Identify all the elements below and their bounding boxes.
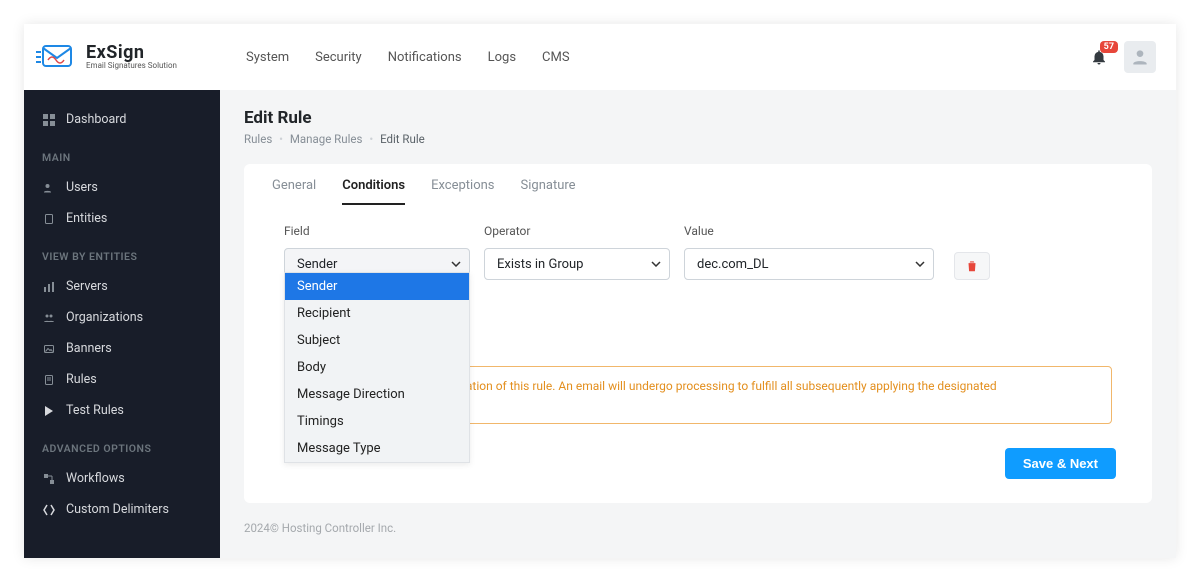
logo[interactable]: ExSign Email Signatures Solution bbox=[36, 42, 216, 72]
nav-notifications[interactable]: Notifications bbox=[388, 50, 462, 65]
sidebar: Dashboard MAIN Users Entities VIEW BY EN… bbox=[24, 90, 220, 558]
tab-general[interactable]: General bbox=[272, 178, 316, 205]
delimiters-icon bbox=[42, 503, 56, 517]
logo-brand: ExSign bbox=[86, 44, 177, 62]
sidebar-item-label: Organizations bbox=[66, 310, 143, 325]
notifications-badge: 57 bbox=[1100, 41, 1118, 53]
play-icon bbox=[42, 404, 56, 418]
user-icon bbox=[1130, 47, 1150, 67]
avatar[interactable] bbox=[1124, 41, 1156, 73]
chevron-down-icon bbox=[915, 261, 925, 267]
rules-icon bbox=[42, 373, 56, 387]
sidebar-heading-advanced: ADVANCED OPTIONS bbox=[24, 426, 220, 463]
breadcrumb-rules[interactable]: Rules bbox=[244, 132, 272, 146]
servers-icon bbox=[42, 280, 56, 294]
trash-icon bbox=[965, 259, 979, 273]
sidebar-item-organizations[interactable]: Organizations bbox=[24, 302, 220, 333]
sidebar-item-test-rules[interactable]: Test Rules bbox=[24, 395, 220, 426]
organizations-icon bbox=[42, 311, 56, 325]
logo-tagline: Email Signatures Solution bbox=[86, 62, 177, 70]
delete-row-button[interactable] bbox=[954, 252, 990, 280]
field-dropdown: Sender Recipient Subject Body Message Di… bbox=[284, 272, 470, 463]
value-label: Value bbox=[684, 224, 934, 238]
breadcrumb-current: Edit Rule bbox=[380, 132, 425, 146]
sidebar-item-servers[interactable]: Servers bbox=[24, 271, 220, 302]
field-option-message-direction[interactable]: Message Direction bbox=[285, 381, 469, 408]
topbar: ExSign Email Signatures Solution System … bbox=[24, 24, 1176, 90]
sidebar-item-label: Dashboard bbox=[66, 112, 126, 127]
field-option-timings[interactable]: Timings bbox=[285, 408, 469, 435]
tab-exceptions[interactable]: Exceptions bbox=[431, 178, 494, 205]
save-next-button[interactable]: Save & Next bbox=[1005, 448, 1116, 479]
field-option-body[interactable]: Body bbox=[285, 354, 469, 381]
sidebar-item-workflows[interactable]: Workflows bbox=[24, 463, 220, 494]
sidebar-item-label: Rules bbox=[66, 372, 97, 387]
sidebar-item-label: Servers bbox=[66, 279, 108, 294]
sidebar-item-dashboard[interactable]: Dashboard bbox=[24, 104, 220, 135]
chevron-down-icon bbox=[651, 261, 661, 267]
footer-text: 2024© Hosting Controller Inc. bbox=[220, 503, 1176, 553]
sidebar-item-banners[interactable]: Banners bbox=[24, 333, 220, 364]
field-option-subject[interactable]: Subject bbox=[285, 327, 469, 354]
sidebar-item-label: Custom Delimiters bbox=[66, 502, 169, 517]
top-nav: System Security Notifications Logs CMS bbox=[246, 50, 570, 65]
entities-icon bbox=[42, 212, 56, 226]
workflows-icon bbox=[42, 472, 56, 486]
sidebar-item-label: Banners bbox=[66, 341, 112, 356]
tabs: General Conditions Exceptions Signature bbox=[244, 164, 1152, 206]
sidebar-heading-view: VIEW BY ENTITIES bbox=[24, 234, 220, 271]
sidebar-item-users[interactable]: Users bbox=[24, 172, 220, 203]
breadcrumb-manage-rules[interactable]: Manage Rules bbox=[290, 132, 363, 146]
sidebar-item-label: Entities bbox=[66, 211, 107, 226]
tab-conditions[interactable]: Conditions bbox=[342, 178, 405, 205]
value-select[interactable]: dec.com_DL bbox=[684, 248, 934, 280]
tab-signature[interactable]: Signature bbox=[521, 178, 576, 205]
page-title: Edit Rule bbox=[244, 108, 1152, 128]
nav-security[interactable]: Security bbox=[315, 50, 362, 65]
sidebar-item-custom-delimiters[interactable]: Custom Delimiters bbox=[24, 494, 220, 525]
sidebar-heading-main: MAIN bbox=[24, 135, 220, 172]
nav-system[interactable]: System bbox=[246, 50, 289, 65]
field-option-recipient[interactable]: Recipient bbox=[285, 300, 469, 327]
field-select-value: Sender bbox=[297, 257, 337, 272]
sidebar-item-label: Workflows bbox=[66, 471, 125, 486]
nav-cms[interactable]: CMS bbox=[542, 50, 570, 65]
chevron-down-icon bbox=[451, 261, 461, 267]
sidebar-item-rules[interactable]: Rules bbox=[24, 364, 220, 395]
sidebar-item-label: Users bbox=[66, 180, 98, 195]
users-icon bbox=[42, 181, 56, 195]
sidebar-item-label: Test Rules bbox=[66, 403, 124, 418]
logo-icon bbox=[36, 42, 76, 72]
sidebar-item-entities[interactable]: Entities bbox=[24, 203, 220, 234]
notifications-button[interactable]: 57 bbox=[1090, 48, 1108, 66]
rule-panel: General Conditions Exceptions Signature … bbox=[244, 164, 1152, 503]
dashboard-icon bbox=[42, 113, 56, 127]
breadcrumb: Rules • Manage Rules • Edit Rule bbox=[244, 132, 1152, 146]
operator-select[interactable]: Exists in Group bbox=[484, 248, 670, 280]
field-option-message-type[interactable]: Message Type bbox=[285, 435, 469, 462]
operator-label: Operator bbox=[484, 224, 670, 238]
banners-icon bbox=[42, 342, 56, 356]
nav-logs[interactable]: Logs bbox=[488, 50, 516, 65]
field-option-sender[interactable]: Sender bbox=[285, 273, 469, 300]
operator-select-value: Exists in Group bbox=[497, 257, 583, 272]
value-select-value: dec.com_DL bbox=[697, 257, 768, 272]
field-label: Field bbox=[284, 224, 470, 238]
main-content: Edit Rule Rules • Manage Rules • Edit Ru… bbox=[220, 90, 1176, 558]
